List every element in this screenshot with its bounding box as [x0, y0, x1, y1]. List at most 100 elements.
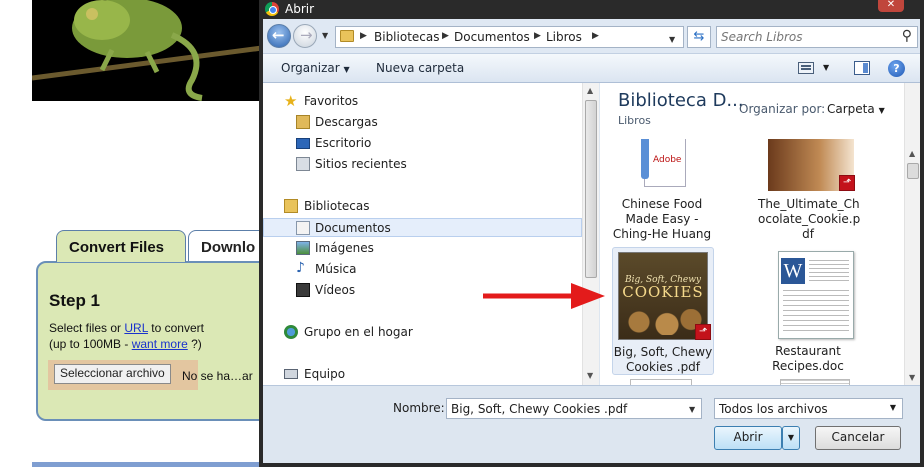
filename-label: Nombre: [393, 401, 445, 415]
nav-item-documentos[interactable]: Documentos [263, 218, 582, 237]
close-button[interactable]: ✕ [878, 0, 904, 12]
nav-item-descargas[interactable]: Descargas [263, 113, 582, 132]
chevron-right-icon[interactable]: ▶ [360, 31, 367, 41]
cover-title: COOKIES [622, 283, 704, 301]
chrome-icon [265, 2, 279, 16]
nav-item-bibliotecas[interactable]: Bibliotecas [263, 197, 582, 216]
dialog-body: ← → ▼ ▶ Bibliotecas ▶ Documentos ▶ Libro… [263, 19, 920, 463]
red-arrow-annotation [483, 283, 605, 309]
scroll-down-icon[interactable]: ▼ [587, 371, 593, 380]
file-list-pane: Biblioteca D... Libros Organizar por: Ca… [600, 83, 920, 385]
nav-item-sitios-recientes[interactable]: Sitios recientes [263, 155, 582, 174]
nav-item-label: Bibliotecas [304, 199, 370, 213]
file-name-line: Restaurant [775, 344, 841, 358]
file-name-line: The_Ultimate_Ch [758, 197, 860, 211]
file-item[interactable]: Adobe Chinese Food Made Easy - Ching-He … [612, 139, 712, 244]
file-input-bar: Seleccionar archivo [48, 360, 198, 390]
file-name-line: df [802, 227, 814, 241]
address-bar[interactable]: ▶ Bibliotecas ▶ Documentos ▶ Libros ▶ ▼ [335, 26, 684, 48]
scroll-up-icon[interactable]: ▲ [909, 149, 915, 158]
navigation-scrollbar[interactable]: ▲ ▼ [582, 83, 599, 385]
filetype-select[interactable]: Todos los archivos ▼ [714, 398, 903, 419]
file-name-line: Big, Soft, Chewy [613, 345, 713, 359]
organize-label: Organizar [281, 61, 340, 75]
nav-item-label: Escritorio [315, 136, 372, 150]
doc-thumbnail: W [778, 251, 854, 339]
refresh-button[interactable]: ⇆ [687, 26, 711, 48]
nav-item-grupo-hogar[interactable]: Grupo en el hogar [263, 323, 582, 342]
pdf-badge-icon: ⬏ [839, 175, 855, 191]
step-text: to convert [147, 321, 204, 335]
file-name-line: Chinese Food [621, 197, 703, 211]
address-row: ← → ▼ ▶ Bibliotecas ▶ Documentos ▶ Libro… [263, 19, 920, 53]
forward-button[interactable]: → [293, 24, 317, 48]
arrange-by-dropdown[interactable]: Carpeta ▼ [827, 102, 885, 116]
nav-item-equipo[interactable]: Equipo [263, 365, 582, 384]
breadcrumb-libros[interactable]: Libros [546, 30, 582, 44]
file-item[interactable]: ⬏ The_Ultimate_Ch ocolate_Cookie.p df [758, 139, 861, 244]
preview-pane-icon[interactable] [854, 61, 870, 75]
chevron-right-icon[interactable]: ▶ [534, 31, 541, 41]
pictures-icon [296, 241, 310, 255]
chameleon-image [32, 0, 262, 101]
back-button[interactable]: ← [267, 24, 291, 48]
nav-item-label: Descargas [315, 115, 378, 129]
nav-item-label: Imágenes [315, 241, 374, 255]
chevron-right-icon[interactable]: ▶ [592, 31, 599, 41]
dialog-title: Abrir [285, 2, 315, 16]
filename-dropdown-icon[interactable]: ▼ [689, 405, 695, 414]
nav-item-favoritos[interactable]: ★ Favoritos [263, 92, 582, 111]
organize-menu[interactable]: Organizar ▼ [281, 61, 350, 75]
nav-item-imagenes[interactable]: Imágenes [263, 239, 582, 258]
nav-item-label: Favoritos [304, 94, 359, 108]
step-title: Step 1 [49, 291, 101, 310]
downloads-folder-icon [296, 115, 310, 129]
chevron-right-icon[interactable]: ▶ [442, 31, 449, 41]
chevron-down-icon: ▼ [343, 65, 350, 74]
search-icon[interactable]: ⚲ [902, 28, 912, 44]
nav-item-escritorio[interactable]: Escritorio [263, 134, 582, 153]
file-name-line: ocolate_Cookie.p [758, 212, 861, 226]
url-link[interactable]: URL [124, 321, 148, 335]
step-text: ?) [187, 337, 202, 351]
nav-item-musica[interactable]: ♪ Música [263, 260, 582, 279]
scrollbar-thumb[interactable] [907, 163, 919, 179]
scrollbar-thumb[interactable] [585, 100, 597, 278]
file-item[interactable]: W Restaurant Recipes.doc [758, 247, 858, 375]
file-name-line: Made Easy - [625, 212, 699, 226]
scroll-down-icon[interactable]: ▼ [909, 373, 915, 382]
chevron-down-icon: ▼ [878, 106, 885, 115]
pdf-badge-icon: ⬏ [695, 324, 711, 340]
history-dropdown-icon[interactable]: ▼ [322, 31, 328, 40]
open-button[interactable]: Abrir [714, 426, 782, 450]
view-dropdown-icon[interactable]: ▼ [823, 63, 829, 72]
want-more-link[interactable]: want more [132, 337, 188, 351]
tab-convert-files[interactable]: Convert Files [56, 230, 186, 262]
change-view-icon[interactable] [798, 62, 814, 74]
file-list-scrollbar[interactable]: ▲ ▼ [904, 83, 920, 385]
filename-input[interactable] [446, 398, 702, 419]
nav-item-label: Vídeos [315, 283, 356, 297]
file-item-selected[interactable]: Big, Soft, Chewy COOKIES ⬏ Big, Soft, Ch… [612, 247, 714, 375]
help-icon[interactable]: ? [888, 60, 905, 77]
cookies-image [623, 309, 703, 335]
doc-text-lines [783, 290, 849, 334]
open-options-button[interactable]: ▼ [782, 426, 800, 450]
choose-file-button[interactable]: Seleccionar archivo [54, 364, 171, 384]
address-dropdown-icon[interactable]: ▼ [669, 35, 675, 44]
doc-text-lines [809, 260, 849, 284]
breadcrumb-documentos[interactable]: Documentos [454, 30, 530, 44]
new-folder-button[interactable]: Nueva carpeta [376, 61, 464, 75]
scroll-up-icon[interactable]: ▲ [587, 86, 593, 95]
search-input[interactable] [721, 29, 891, 45]
close-icon: ✕ [886, 0, 896, 10]
cancel-button[interactable]: Cancelar [815, 426, 901, 450]
arrange-by-value: Carpeta [827, 102, 875, 116]
breadcrumb-bibliotecas[interactable]: Bibliotecas [374, 30, 439, 44]
nav-item-label: Grupo en el hogar [304, 325, 413, 339]
dialog-titlebar: Abrir ✕ [259, 0, 924, 18]
arrange-by-label: Organizar por: [739, 102, 826, 116]
documents-icon [296, 221, 310, 235]
search-box[interactable]: ⚲ [716, 26, 918, 48]
nav-item-label: Documentos [315, 221, 391, 235]
